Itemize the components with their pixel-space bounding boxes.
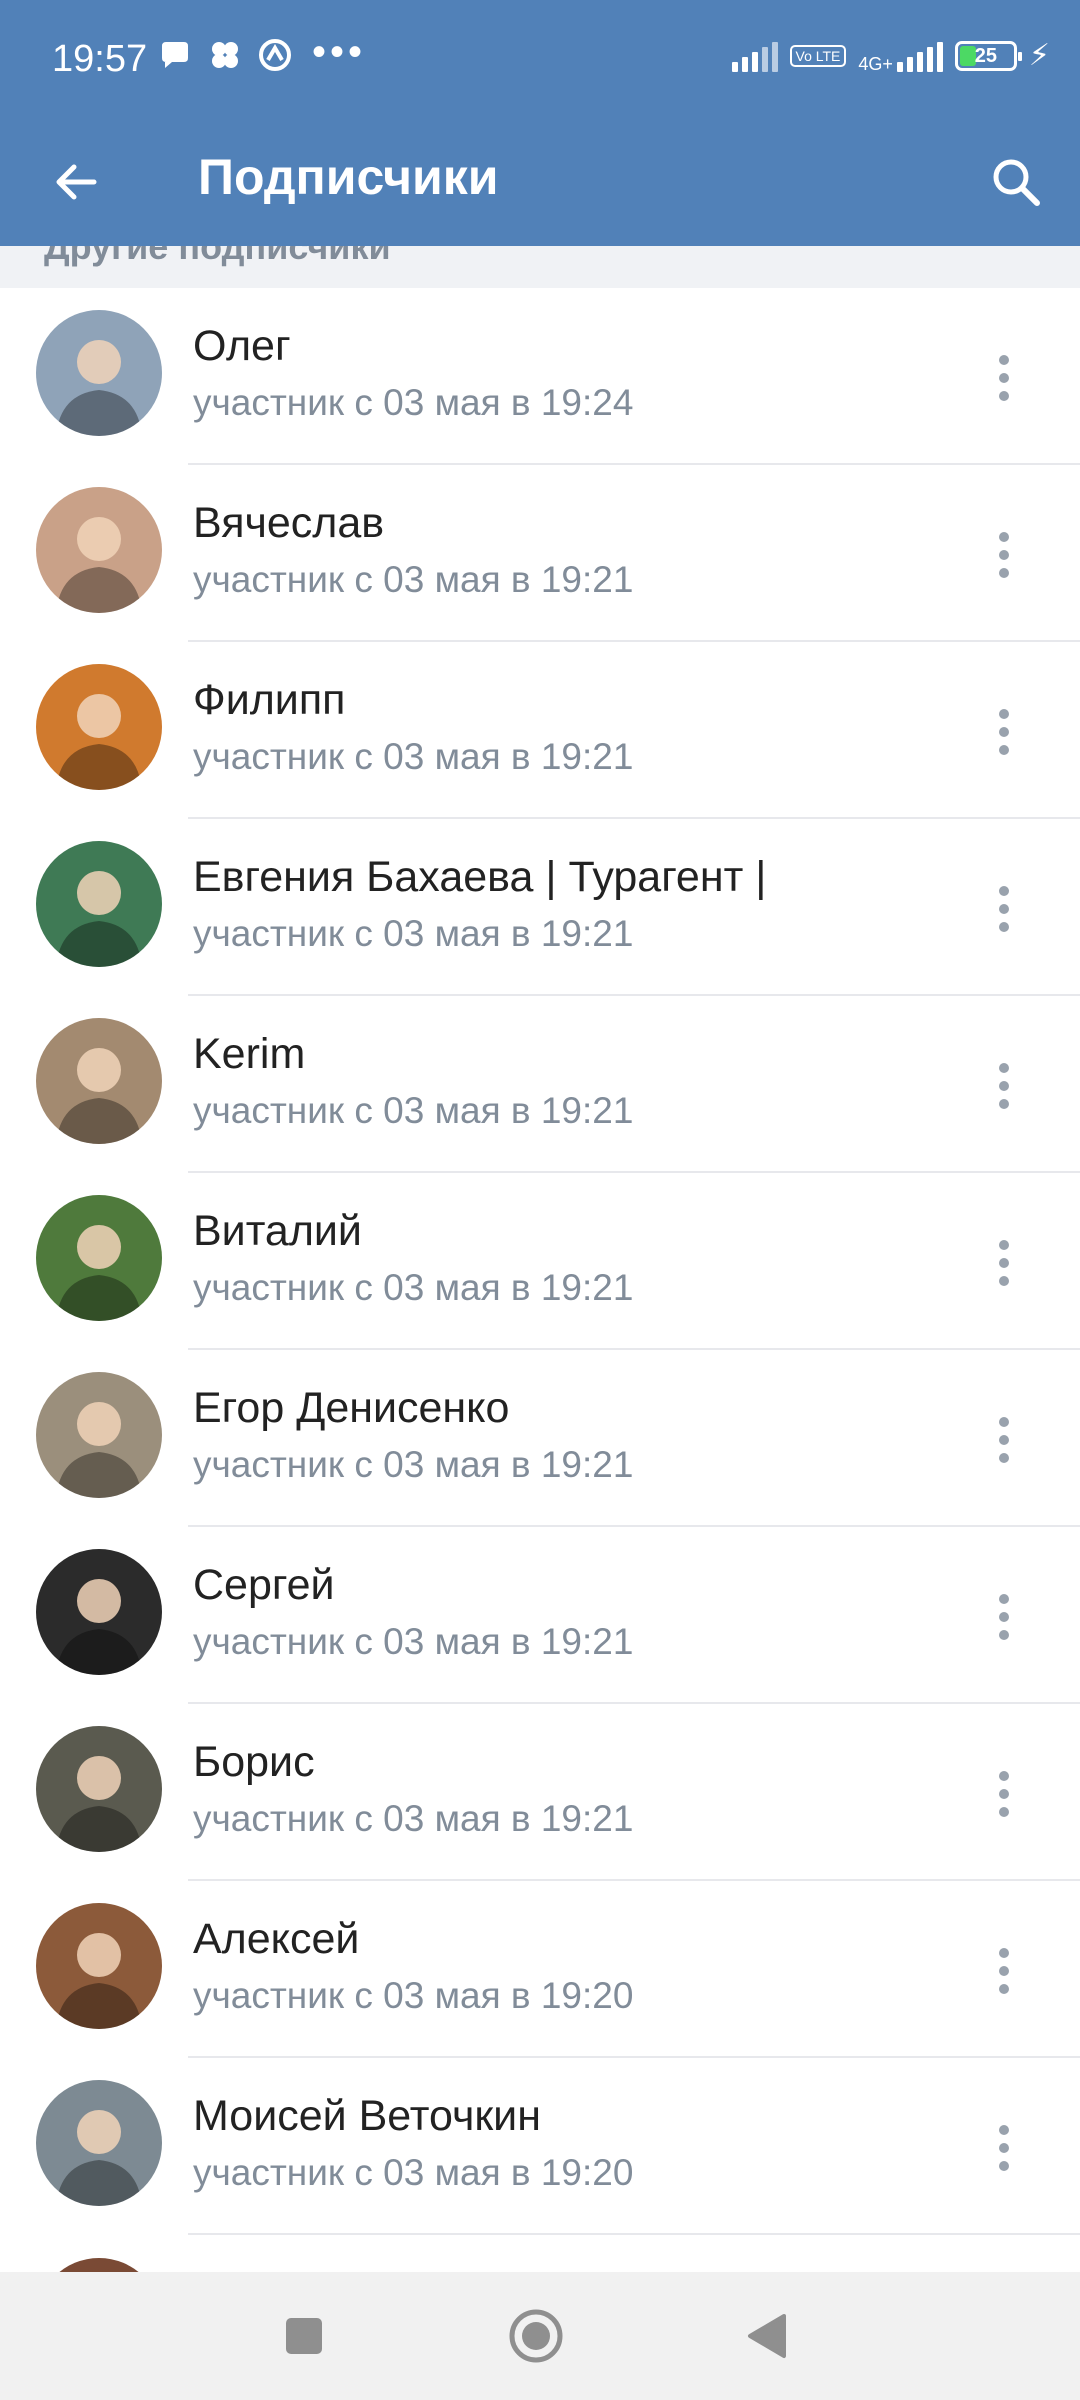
nav-back-button[interactable] bbox=[726, 2296, 806, 2376]
avatar[interactable] bbox=[36, 1549, 162, 1675]
more-vertical-icon bbox=[999, 1771, 1009, 1817]
list-item[interactable]: Евгения Бахаева | Турагент | участник с … bbox=[0, 819, 1080, 996]
home-icon bbox=[509, 2309, 563, 2363]
arrow-left-icon bbox=[56, 164, 97, 200]
more-vertical-icon bbox=[999, 1417, 1009, 1463]
member-joined: участник с 03 мая в 19:20 bbox=[193, 1975, 634, 2016]
more-vertical-icon bbox=[999, 1240, 1009, 1286]
member-name: Вячеслав bbox=[193, 499, 385, 547]
section-header: Другие подписчики bbox=[0, 246, 1080, 288]
more-options-button[interactable] bbox=[966, 1225, 1042, 1301]
avatar[interactable] bbox=[36, 1726, 162, 1852]
list-item[interactable]: Филипп участник с 03 мая в 19:21 bbox=[0, 642, 1080, 819]
more-options-button[interactable] bbox=[966, 517, 1042, 593]
member-joined: участник с 03 мая в 19:21 bbox=[193, 1090, 634, 1131]
list-item[interactable]: Вячеслав участник с 03 мая в 19:21 bbox=[0, 465, 1080, 642]
section-title: Другие подписчики bbox=[44, 246, 391, 267]
member-joined: участник с 03 мая в 19:21 bbox=[193, 736, 634, 777]
status-bar: 19:57 ••• Vo LTE 4G+ 25 ⚡ bbox=[0, 0, 1080, 120]
clover-icon bbox=[212, 42, 238, 68]
app-header: 19:57 ••• Vo LTE 4G+ 25 ⚡ Подписчики bbox=[0, 0, 1080, 246]
list-item[interactable]: Егор Денисенко участник с 03 мая в 19:21 bbox=[0, 1350, 1080, 1527]
more-options-button[interactable] bbox=[966, 1402, 1042, 1478]
member-name: Филипп bbox=[193, 676, 346, 724]
signal-icon bbox=[731, 40, 778, 72]
member-name: Борис bbox=[193, 1738, 315, 1786]
search-button[interactable] bbox=[976, 142, 1056, 222]
status-time: 19:57 bbox=[52, 38, 148, 80]
member-joined: участник с 03 мая в 19:21 bbox=[193, 1444, 634, 1485]
more-vertical-icon bbox=[999, 1063, 1009, 1109]
more-options-button[interactable] bbox=[966, 694, 1042, 770]
volte-icon: Vo LTE bbox=[789, 44, 847, 67]
more-options-button[interactable] bbox=[966, 1579, 1042, 1655]
network-type: 4G+ bbox=[858, 53, 893, 74]
avatar[interactable] bbox=[36, 2080, 162, 2206]
more-dots-icon: ••• bbox=[312, 30, 367, 74]
more-vertical-icon bbox=[999, 709, 1009, 755]
avatar[interactable] bbox=[36, 664, 162, 790]
more-vertical-icon bbox=[999, 1948, 1009, 1994]
member-joined: участник с 03 мая в 19:21 bbox=[193, 1267, 634, 1308]
member-name: Виталий bbox=[193, 1207, 362, 1255]
avatar[interactable] bbox=[36, 1372, 162, 1498]
more-options-button[interactable] bbox=[966, 1933, 1042, 2009]
recents-button[interactable] bbox=[264, 2296, 344, 2376]
member-name: Сергей bbox=[193, 1561, 335, 1609]
list-item[interactable]: Моисей Веточкин участник с 03 мая в 19:2… bbox=[0, 2058, 1080, 2235]
member-name: Моисей Веточкин bbox=[193, 2092, 541, 2140]
list-item[interactable]: Сергей участник с 03 мая в 19:21 bbox=[0, 1527, 1080, 1704]
more-vertical-icon bbox=[999, 1594, 1009, 1640]
more-vertical-icon bbox=[999, 355, 1009, 401]
battery-level: 25 bbox=[974, 44, 998, 67]
member-list: Олег участник с 03 мая в 19:24 Вячеслав … bbox=[0, 288, 1080, 2235]
avatar[interactable] bbox=[36, 1018, 162, 1144]
more-options-button[interactable] bbox=[966, 2110, 1042, 2186]
recents-icon bbox=[286, 2318, 322, 2354]
more-options-button[interactable] bbox=[966, 340, 1042, 416]
member-name: Евгения Бахаева | Турагент | bbox=[193, 853, 767, 901]
avatar[interactable] bbox=[36, 487, 162, 613]
list-item[interactable]: Олег участник с 03 мая в 19:24 bbox=[0, 288, 1080, 465]
avatar[interactable] bbox=[36, 841, 162, 967]
member-name: Kerim bbox=[193, 1030, 306, 1078]
system-navigation-bar bbox=[0, 2272, 1080, 2400]
member-name: Егор Денисенко bbox=[193, 1384, 510, 1432]
back-triangle-icon bbox=[748, 2314, 786, 2358]
member-joined: участник с 03 мая в 19:21 bbox=[193, 913, 634, 954]
battery-icon: 25 bbox=[954, 40, 1022, 71]
avatar[interactable] bbox=[36, 1903, 162, 2029]
more-options-button[interactable] bbox=[966, 1048, 1042, 1124]
back-button[interactable] bbox=[36, 142, 116, 222]
member-joined: участник с 03 мая в 19:20 bbox=[193, 2152, 634, 2193]
list-item[interactable]: Kerim участник с 03 мая в 19:21 bbox=[0, 996, 1080, 1173]
divider bbox=[188, 2233, 1080, 2235]
more-options-button[interactable] bbox=[966, 1756, 1042, 1832]
home-button[interactable] bbox=[496, 2296, 576, 2376]
member-name: Алексей bbox=[193, 1915, 360, 1963]
app-icon bbox=[259, 39, 291, 71]
list-item[interactable]: Алексей участник с 03 мая в 19:20 bbox=[0, 1881, 1080, 2058]
more-vertical-icon bbox=[999, 886, 1009, 932]
search-icon bbox=[993, 159, 1040, 206]
member-joined: участник с 03 мая в 19:24 bbox=[193, 382, 634, 423]
chat-bubble-icon bbox=[162, 42, 188, 68]
more-vertical-icon bbox=[999, 2125, 1009, 2171]
signal-icon-2 bbox=[896, 40, 943, 72]
page-title: Подписчики bbox=[198, 149, 499, 205]
member-joined: участник с 03 мая в 19:21 bbox=[193, 1621, 634, 1662]
more-options-button[interactable] bbox=[966, 871, 1042, 947]
member-joined: участник с 03 мая в 19:21 bbox=[193, 1798, 634, 1839]
notification-icons bbox=[158, 38, 292, 72]
avatar[interactable] bbox=[36, 1195, 162, 1321]
toolbar: Подписчики bbox=[0, 120, 1080, 246]
more-vertical-icon bbox=[999, 532, 1009, 578]
list-item[interactable]: Виталий участник с 03 мая в 19:21 bbox=[0, 1173, 1080, 1350]
avatar[interactable] bbox=[36, 310, 162, 436]
member-joined: участник с 03 мая в 19:21 bbox=[193, 559, 634, 600]
list-item[interactable]: Борис участник с 03 мая в 19:21 bbox=[0, 1704, 1080, 1881]
member-name: Олег bbox=[193, 322, 291, 370]
charging-icon: ⚡ bbox=[1028, 39, 1050, 72]
